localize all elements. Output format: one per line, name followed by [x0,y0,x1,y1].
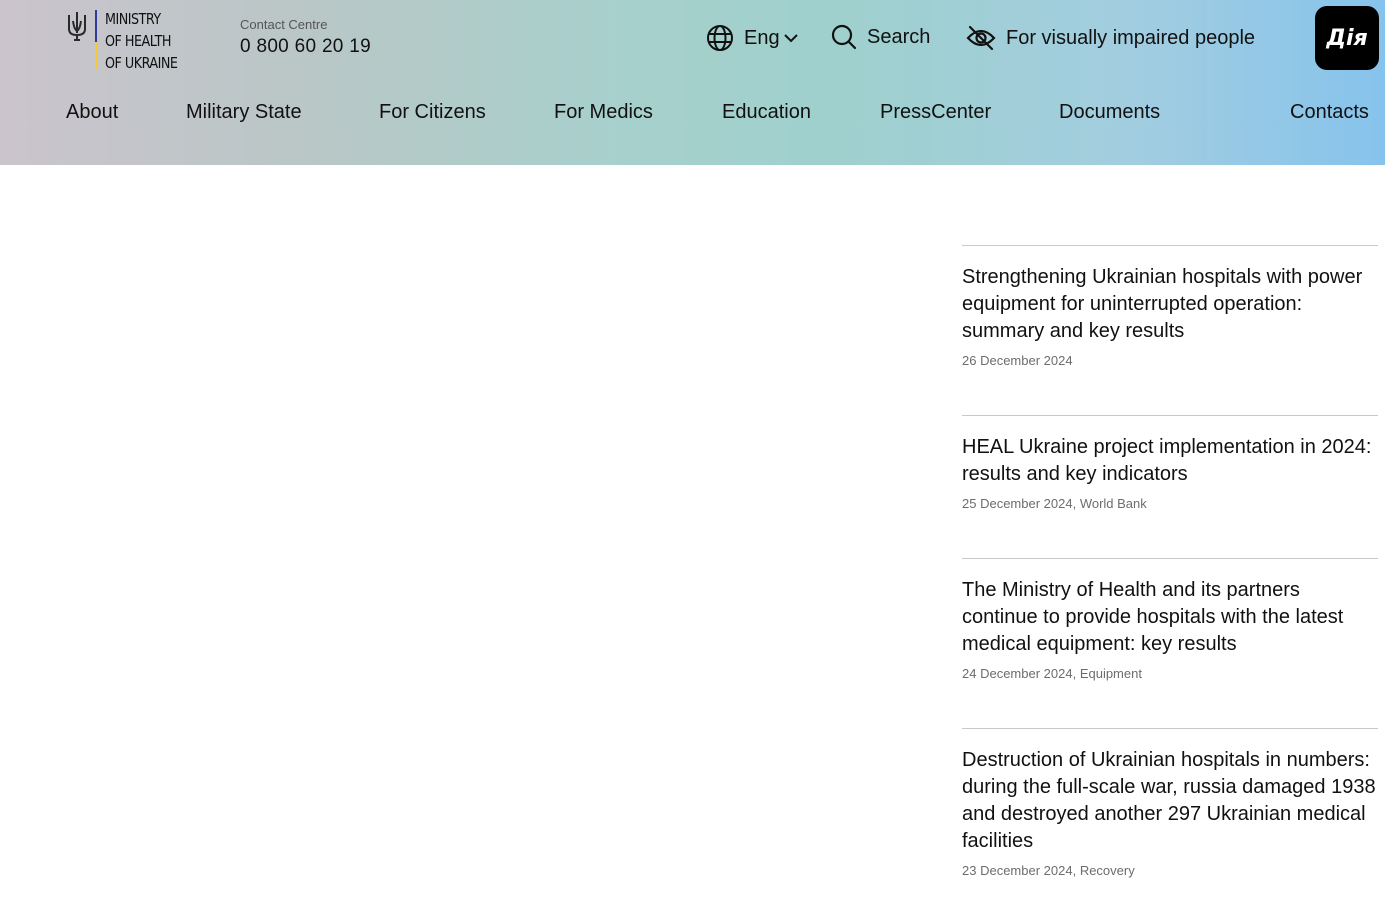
news-tag[interactable]: Equipment [1080,666,1142,681]
contact-centre-label: Contact Centre [240,17,328,32]
globe-icon [707,25,733,51]
eye-off-icon [966,25,996,51]
search-icon [831,24,857,50]
contact-centre-phone[interactable]: 0 800 60 20 19 [240,36,371,58]
tryzub-icon [68,12,86,41]
news-tag[interactable]: World Bank [1080,496,1147,511]
nav-item-about[interactable]: About [66,101,118,124]
news-item: The Ministry of Health and its partners … [962,558,1378,728]
logo-yellow-bar [95,42,97,70]
news-title[interactable]: The Ministry of Health and its partners … [962,577,1378,658]
nav-item-for-medics[interactable]: For Medics [554,101,653,124]
news-title[interactable]: Destruction of Ukrainian hospitals in nu… [962,747,1378,855]
nav-item-documents[interactable]: Documents [1059,101,1160,124]
search-label: Search [867,25,931,48]
news-date: 25 December 2024 [962,496,1073,511]
chevron-down-icon [783,34,798,43]
logo-blue-bar [95,10,97,42]
nav-item-for-citizens[interactable]: For Citizens [379,101,486,124]
news-meta: 26 December 2024 [962,353,1378,368]
news-tag[interactable]: Recovery [1080,863,1135,878]
diia-button[interactable]: Дія [1315,6,1379,70]
news-meta: 23 December 2024, Recovery [962,863,1135,878]
visually-impaired-label: For visually impaired people [1006,26,1256,49]
news-date: 23 December 2024 [962,863,1073,878]
ministry-name: MINISTRY OF HEALTH OF UKRAINE [105,10,178,72]
news-item: HEAL Ukraine project implementation in 2… [962,415,1378,558]
news-item: Destruction of Ukrainian hospitals in nu… [962,728,1378,907]
news-date: 24 December 2024 [962,666,1073,681]
diia-label: Дія [1326,25,1368,51]
ministry-logo[interactable]: MINISTRY OF HEALTH OF UKRAINE [66,8,191,72]
nav-item-military-state[interactable]: Military State [186,101,302,124]
news-meta: 25 December 2024, World Bank [962,496,1147,511]
news-title[interactable]: HEAL Ukraine project implementation in 2… [962,434,1378,488]
language-selector[interactable]: Eng [706,24,798,52]
visually-impaired-button[interactable]: For visually impaired people [966,24,1255,52]
news-item: Strengthening Ukrainian hospitals with p… [962,245,1378,415]
news-sidebar: Strengthening Ukrainian hospitals with p… [962,245,1378,907]
nav-item-education[interactable]: Education [722,101,811,124]
nav-item-presscenter[interactable]: PressCenter [880,101,991,124]
search-button[interactable]: Search [831,24,930,50]
news-title[interactable]: Strengthening Ukrainian hospitals with p… [962,264,1378,345]
language-label: Eng [744,26,780,49]
news-date: 26 December 2024 [962,353,1073,368]
nav-item-contacts[interactable]: Contacts [1290,101,1369,124]
news-meta: 24 December 2024, Equipment [962,666,1142,681]
site-header: MINISTRY OF HEALTH OF UKRAINE Contact Ce… [0,0,1385,165]
